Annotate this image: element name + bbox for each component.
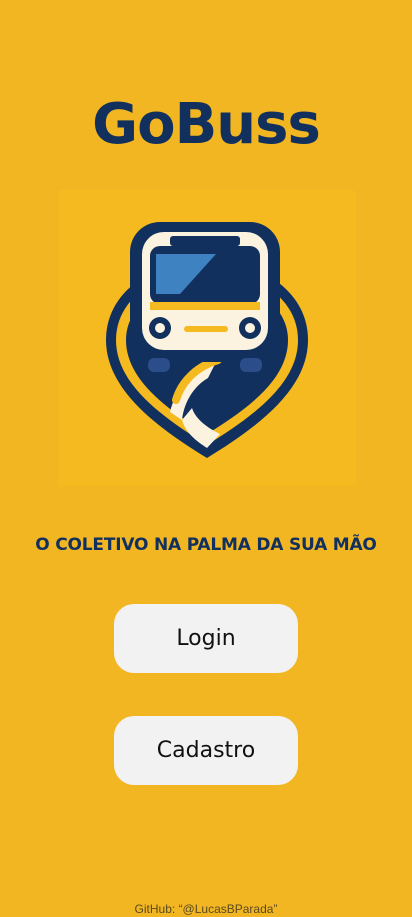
app-title: GoBuss: [92, 92, 321, 157]
bus-location-pin-icon: [58, 190, 356, 486]
signup-button[interactable]: Cadastro: [114, 716, 298, 785]
github-credit: GitHub: “@LucasBParada”: [134, 902, 278, 916]
app-logo: [58, 190, 356, 486]
tagline: O COLETIVO NA PALMA DA SUA MÃO: [35, 535, 377, 555]
splash-screen: GoBuss O COLETIVO NA PALMA DA SUA MÃO Lo…: [0, 0, 412, 917]
login-button[interactable]: Login: [114, 604, 298, 673]
